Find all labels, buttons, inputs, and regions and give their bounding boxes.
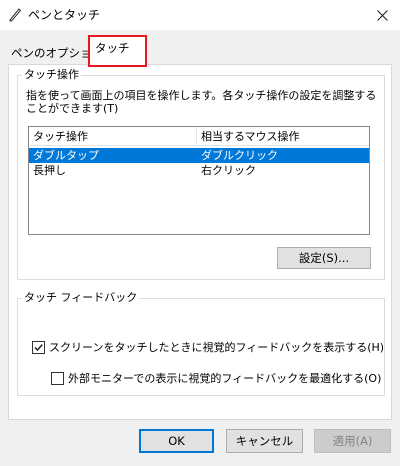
ok-button[interactable]: OK bbox=[139, 429, 214, 453]
list-item-action: ダブルタップ bbox=[33, 149, 99, 162]
apply-button[interactable]: 適用(A) bbox=[314, 429, 391, 453]
optimize-external-label: 外部モニターでの表示に視覚的フィードバックを最適化する(O) bbox=[68, 372, 382, 385]
window-title: ペンとタッチ bbox=[28, 8, 101, 22]
checkmark-icon bbox=[34, 343, 43, 351]
touch-actions-legend: タッチ操作 bbox=[22, 68, 81, 81]
list-item-press-hold[interactable]: 長押し 右クリック bbox=[29, 163, 369, 178]
checkbox-box[interactable] bbox=[51, 371, 64, 385]
show-visual-feedback-label: スクリーンをタッチしたときに視覚的フィードバックを表示する(H) bbox=[49, 341, 385, 354]
close-button[interactable] bbox=[364, 0, 400, 30]
tab-panel-touch: タッチ操作 指を使って画面上の項目を操作します。各タッチ操作の設定を調整する こ… bbox=[8, 64, 392, 420]
list-item-action: 長押し bbox=[33, 164, 66, 177]
title-bar: ペンとタッチ bbox=[0, 0, 400, 30]
pen-icon bbox=[7, 6, 23, 22]
list-item-double-tap[interactable]: ダブルタップ ダブルクリック bbox=[29, 148, 369, 163]
settings-button[interactable]: 設定(S)... bbox=[277, 247, 371, 269]
list-item-mouse: 右クリック bbox=[201, 164, 256, 177]
list-header: タッチ操作 相当するマウス操作 bbox=[29, 127, 369, 146]
cancel-button[interactable]: キャンセル bbox=[226, 429, 303, 453]
touch-actions-description: 指を使って画面上の項目を操作します。各タッチ操作の設定を調整する ことができます… bbox=[26, 89, 377, 115]
column-touch-action[interactable]: タッチ操作 bbox=[29, 127, 196, 146]
tab-touch[interactable]: タッチ bbox=[88, 35, 147, 67]
close-icon bbox=[376, 9, 388, 21]
optimize-external-checkbox[interactable]: 外部モニターでの表示に視覚的フィードバックを最適化する(O) bbox=[51, 371, 381, 385]
show-visual-feedback-checkbox[interactable]: スクリーンをタッチしたときに視覚的フィードバックを表示する(H) bbox=[32, 340, 384, 354]
touch-feedback-legend: タッチ フィードバック bbox=[22, 291, 140, 304]
list-item-mouse: ダブルクリック bbox=[201, 149, 278, 162]
column-mouse-action[interactable]: 相当するマウス操作 bbox=[197, 127, 369, 146]
checkbox-box[interactable] bbox=[32, 340, 45, 354]
touch-actions-list[interactable]: タッチ操作 相当するマウス操作 ダブルタップ ダブルクリック 長押し 右クリック bbox=[28, 126, 370, 235]
